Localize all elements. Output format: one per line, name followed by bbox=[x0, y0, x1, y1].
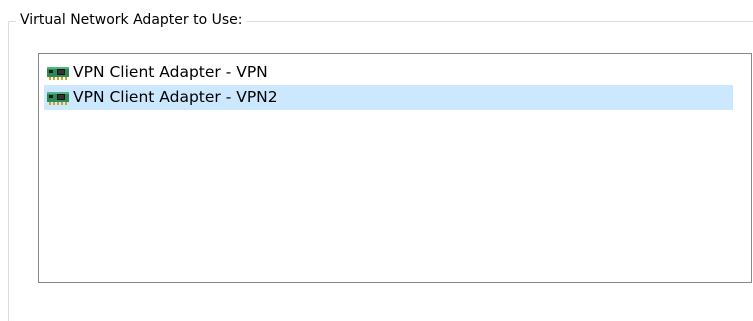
list-item-selected[interactable]: VPN Client Adapter - VPN2 bbox=[44, 85, 733, 110]
adapter-listbox[interactable]: VPN Client Adapter - VPN VPN Client Adap… bbox=[38, 53, 752, 283]
groupbox-title: Virtual Network Adapter to Use: bbox=[16, 10, 247, 30]
adapter-label: VPN Client Adapter - VPN2 bbox=[73, 88, 278, 106]
network-adapter-icon bbox=[46, 65, 70, 81]
adapter-label: VPN Client Adapter - VPN bbox=[73, 63, 268, 81]
network-adapter-icon bbox=[46, 90, 70, 106]
list-item[interactable]: VPN Client Adapter - VPN bbox=[44, 60, 733, 85]
